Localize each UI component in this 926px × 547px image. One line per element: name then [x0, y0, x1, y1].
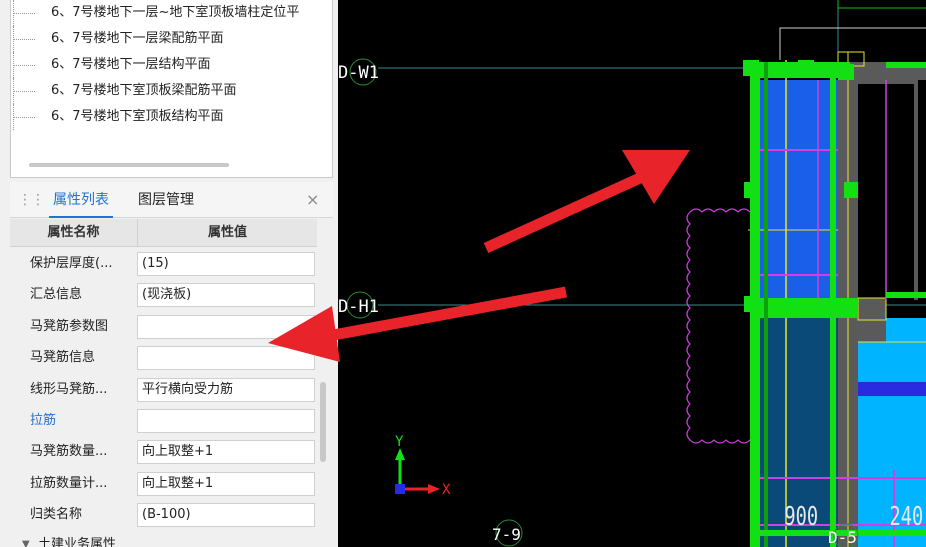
- annotation-arrow-shaft: [483, 172, 643, 254]
- annotation-arrow-shaft: [327, 286, 567, 342]
- annotation-arrow-head: [268, 306, 340, 362]
- annotation-overlay: [268, 150, 690, 362]
